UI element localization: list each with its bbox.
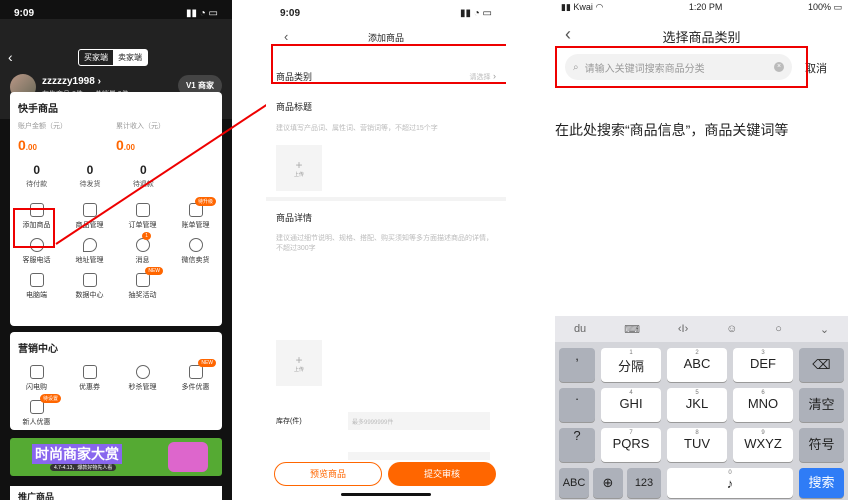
key-label: 分隔 [617,359,644,374]
key-5[interactable]: 5 JKL [667,388,727,422]
signal-icon: ▮▮ [561,2,571,12]
keyboard-toolbar: du ⌨ ‹I› ☺ ○ ⌄ [555,316,848,342]
key-1[interactable]: 1 分隔 [601,348,661,382]
key-123[interactable]: 123 [627,468,661,498]
title-label: 商品标题 [276,102,313,112]
plus-icon: + [295,157,303,172]
key-label: 清空 [808,397,835,412]
submit-button[interactable]: 提交审核 [388,462,496,486]
key-space[interactable]: 0 ♪ [667,468,793,498]
key-4[interactable]: 4 GHI [601,388,661,422]
plus-icon: + [295,352,303,367]
upload-detail-button[interactable]: + 上传 [276,340,322,386]
cancel-button[interactable]: 取消 [805,60,827,76]
key-label: 123 [634,477,654,489]
key-label: . [575,388,579,403]
highlight-category-row [271,44,506,84]
upload-label: 上传 [293,171,304,178]
add-product-screen: 9:09 ▮▮ ◔ ▭ ‹ 添加商品 商品类别 请选择 › 商品标题 建议填写产品词… [266,0,506,500]
key-label: GHI [619,396,643,411]
key-label: WXYZ [744,436,782,451]
key-3[interactable]: 3 DEF [733,348,793,382]
title-input[interactable]: 建议填写产品词、属性词、营销词等，不超过15个字 [266,117,506,139]
key-label: ABC [562,477,586,489]
key-label: 搜索 [808,475,835,490]
status-bar: 9:09 ▮▮ ◔ ▭ [266,0,506,19]
key-delete[interactable]: ⌫ [799,348,844,382]
detail-input[interactable]: 建议通过细节说明、规格、搭配、购买须知等多方面描述商品的详情，不超过300字 [266,228,506,260]
mic-icon: ♪ [726,476,734,491]
status-bar: ▮▮ Kwai ◠ 1:20 PM 100% ▭ [555,0,848,15]
carrier: Kwai [573,2,593,12]
key-8[interactable]: 8 TUV [667,428,727,462]
instruction-text: 在此处搜索“商品信息”，商品关键词等 [555,122,789,138]
upload-image-button[interactable]: + 上传 [276,145,322,191]
stock-label: 库存(件) [276,418,302,425]
key-label: PQRS [612,436,650,451]
key-7[interactable]: 7 PQRS [601,428,661,462]
key-symbols[interactable]: 符号 [799,428,844,462]
select-category-screen: ▮▮ Kwai ◠ 1:20 PM 100% ▭ ‹ 选择商品类别 ⌕ 请输入关键词搜… [555,0,848,500]
key-label: ? [573,428,581,443]
back-icon[interactable]: ‹ [565,24,571,45]
battery-icon: ▭ [833,2,842,12]
backspace-icon: ⌫ [812,357,831,372]
status-time: 1:20 PM [688,2,723,12]
wifi-icon: ◠ [595,2,604,12]
battery-percent: 100% [807,2,831,12]
key-abc[interactable]: ABC [559,468,589,498]
key-label: TUV [684,436,710,451]
next-input[interactable] [348,452,490,460]
preview-button[interactable]: 预览商品 [274,462,382,486]
key-6[interactable]: 6 MNO [733,388,793,422]
key-9[interactable]: 9 WXYZ [733,428,793,462]
upload-label: 上传 [293,366,304,373]
signal-icon: ▮▮ ◔ ▭ [459,8,492,19]
status-time: 9:09 [280,8,301,19]
hide-keyboard-icon[interactable]: ⌄ [820,323,829,336]
home-indicator [341,493,431,496]
highlight-search [555,46,808,88]
globe-icon: ⊕ [602,475,614,490]
key-label: ABC [683,356,711,371]
key-period[interactable]: . [559,388,595,422]
keyboard: , 1 分隔 2 ABC 3 DEF ⌫ . 4 GHI 5 JKL 6 MNO 清空 ? … [555,342,848,500]
key-label: , [575,348,579,363]
key-label: DEF [750,356,776,371]
key-globe[interactable]: ⊕ [593,468,623,498]
key-label: JKL [685,396,709,411]
key-clear[interactable]: 清空 [799,388,844,422]
key-comma[interactable]: , [559,348,595,382]
cursor-icon[interactable]: ‹I› [678,323,688,335]
key-label: MNO [747,396,779,411]
key-question[interactable]: ? [559,428,595,462]
detail-label: 商品详情 [276,213,313,223]
search-icon[interactable]: ○ [775,323,782,335]
page-title: 添加商品 [367,33,404,43]
key-label: 符号 [808,437,835,452]
stock-input[interactable]: 最多9999999件 [348,412,490,430]
back-icon[interactable]: ‹ [284,29,288,44]
key-search[interactable]: 搜索 [799,468,844,498]
keyboard-icon[interactable]: ⌨ [624,323,640,336]
ime-logo-icon[interactable]: du [574,323,586,335]
arrow-line [55,89,290,245]
page-title: 选择商品类别 [662,30,741,45]
emoji-icon[interactable]: ☺ [726,323,737,335]
key-2[interactable]: 2 ABC [667,348,727,382]
